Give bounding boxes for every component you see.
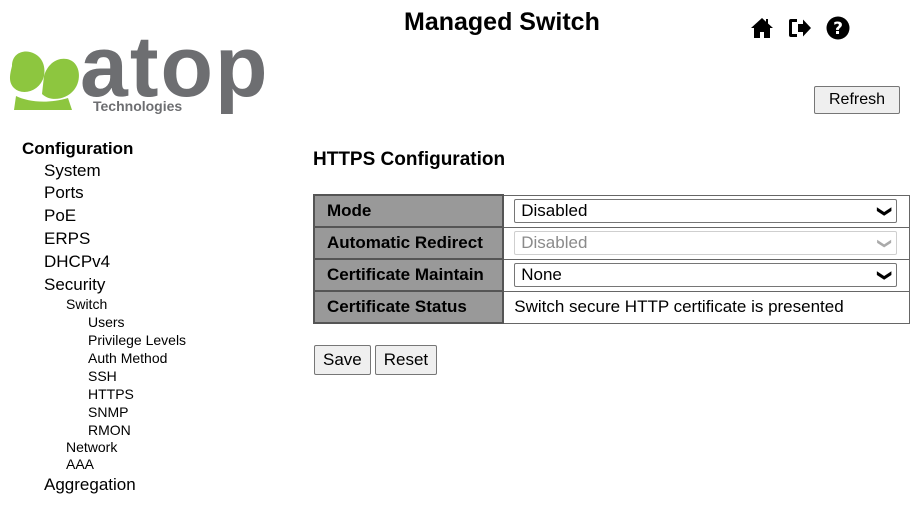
sidebar-item-users[interactable]: Users	[22, 313, 282, 331]
sidebar-item-ports[interactable]: Ports	[22, 182, 282, 204]
sidebar-item-dhcpv4[interactable]: DHCPv4	[22, 250, 282, 273]
sidebar-item-network[interactable]: Network	[22, 439, 282, 456]
table-row: Certificate Maintain None ❯	[312, 258, 910, 292]
sidebar-item-snmp[interactable]: SNMP	[22, 403, 282, 421]
sidebar-item-system[interactable]: System	[22, 159, 282, 182]
table-row: Certificate Status Switch secure HTTP ce…	[312, 290, 910, 324]
automatic-redirect-select: Disabled ❯	[514, 231, 898, 255]
sidebar-item-https[interactable]: HTTPS	[22, 385, 282, 403]
sidebar-item-aaa[interactable]: AAA	[22, 456, 282, 473]
logo-subtitle: Technologies	[90, 98, 186, 114]
certificate-maintain-select[interactable]: None ❯	[514, 263, 898, 287]
home-icon[interactable]	[750, 16, 774, 40]
mode-label: Mode	[312, 194, 505, 228]
table-row: Automatic Redirect Disabled ❯	[312, 226, 910, 260]
svg-text:?: ?	[833, 19, 843, 39]
chevron-down-icon: ❯	[876, 269, 893, 281]
mode-select-value: Disabled	[521, 201, 588, 220]
sidebar-item-rmon[interactable]: RMON	[22, 421, 282, 439]
save-button[interactable]: Save	[314, 345, 371, 375]
sidebar-item-switch[interactable]: Switch	[22, 296, 282, 313]
certificate-status-label: Certificate Status	[312, 290, 505, 324]
https-config-table: Mode Disabled ❯ Automatic Redirect Disab…	[312, 194, 910, 324]
page-title: HTTPS Configuration	[313, 149, 506, 170]
app-title: Managed Switch	[404, 8, 600, 36]
logo-mark-icon	[10, 51, 79, 110]
sidebar-item-erps[interactable]: ERPS	[22, 227, 282, 250]
help-icon[interactable]: ?	[826, 16, 850, 40]
sidebar-item-poe[interactable]: PoE	[22, 204, 282, 227]
refresh-button[interactable]: Refresh	[814, 86, 900, 114]
sidebar-item-ssh[interactable]: SSH	[22, 367, 282, 385]
certificate-status-value: Switch secure HTTP certificate is presen…	[502, 290, 910, 324]
automatic-redirect-label: Automatic Redirect	[312, 226, 505, 260]
chevron-down-icon: ❯	[876, 237, 893, 249]
top-icon-bar: ?	[750, 16, 850, 40]
form-actions: Save Reset	[314, 345, 438, 375]
table-row: Mode Disabled ❯	[312, 194, 910, 228]
sidebar: Configuration System Ports PoE ERPS DHCP…	[22, 139, 282, 496]
atop-logo: atop Technologies	[8, 24, 278, 120]
sidebar-item-security[interactable]: Security	[22, 273, 282, 296]
certificate-maintain-value: None	[521, 265, 562, 284]
sidebar-title: Configuration	[22, 139, 134, 158]
reset-button[interactable]: Reset	[374, 345, 438, 375]
logout-icon[interactable]	[788, 16, 812, 40]
certificate-maintain-label: Certificate Maintain	[312, 258, 505, 292]
sidebar-item-privilege-levels[interactable]: Privilege Levels	[22, 331, 282, 349]
sidebar-item-aggregation[interactable]: Aggregation	[22, 473, 282, 496]
automatic-redirect-value: Disabled	[521, 233, 588, 252]
sidebar-item-auth-method[interactable]: Auth Method	[22, 349, 282, 367]
mode-select[interactable]: Disabled ❯	[514, 199, 898, 223]
chevron-down-icon: ❯	[876, 205, 893, 217]
